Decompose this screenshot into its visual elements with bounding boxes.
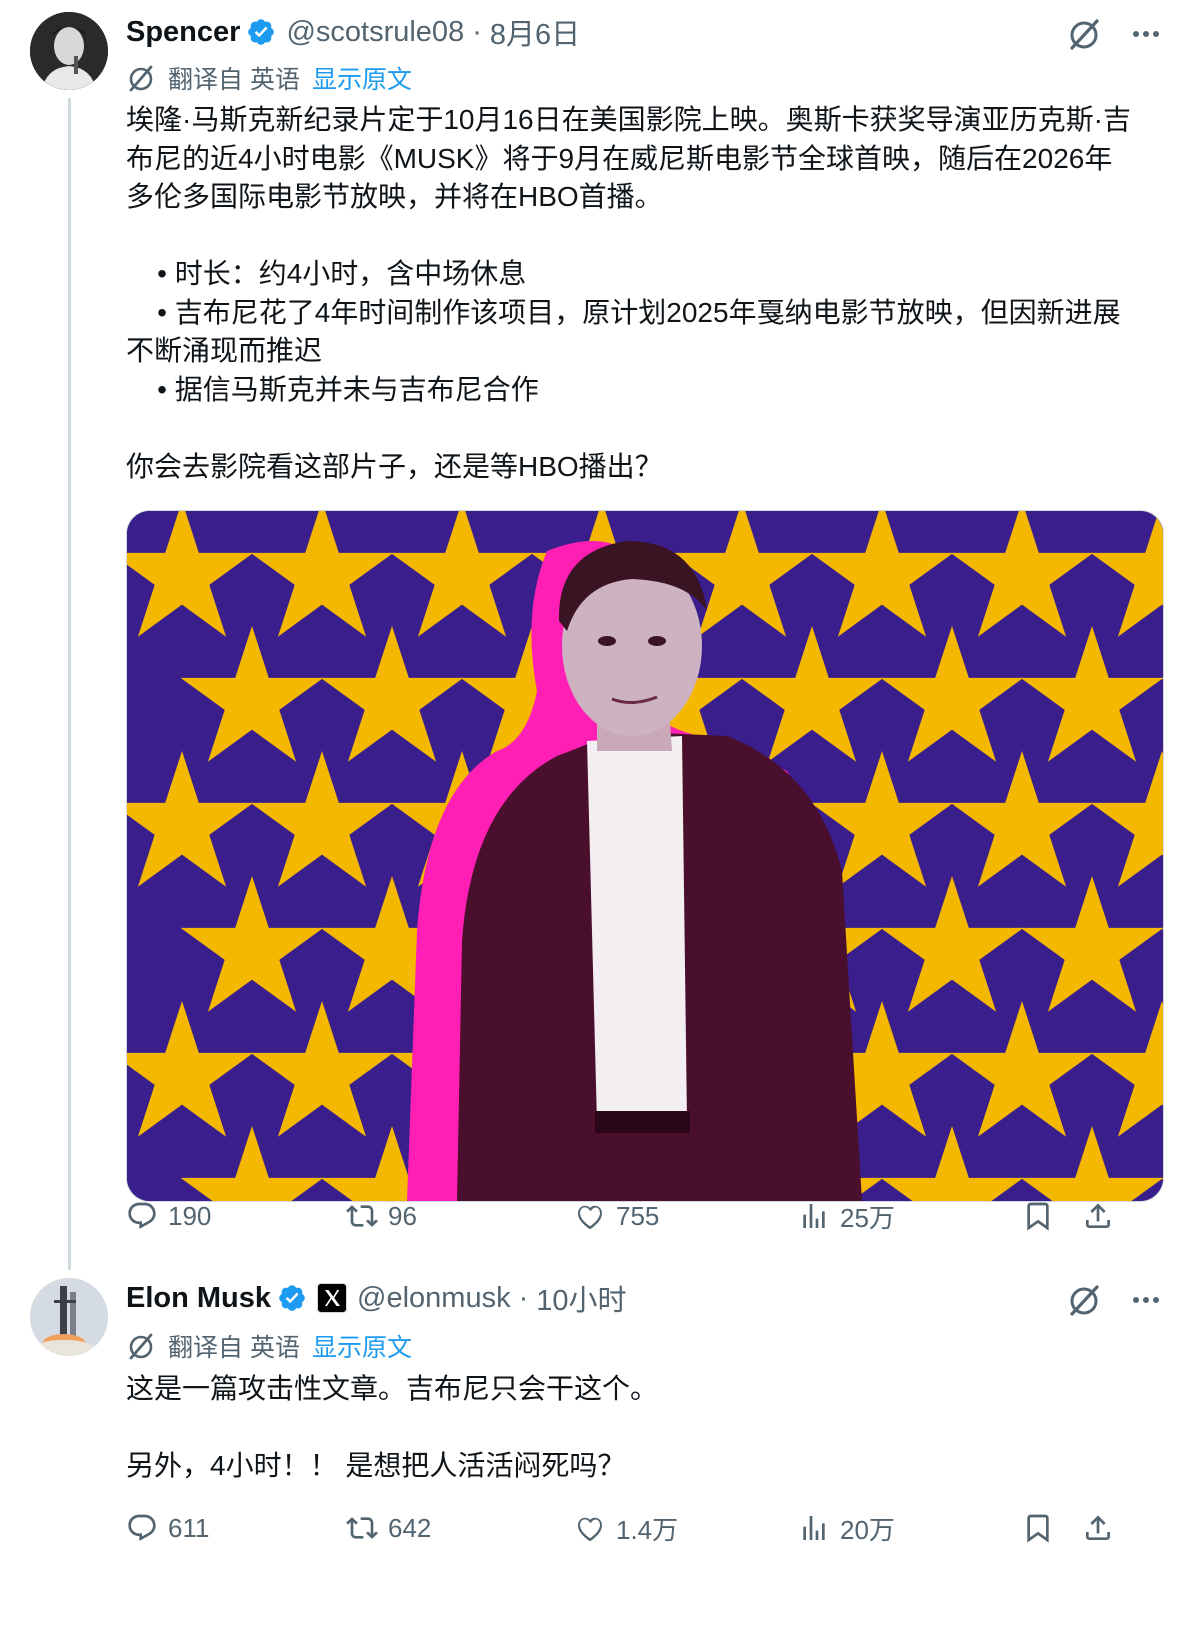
tweet-date[interactable]: 8月6日 [490,11,580,53]
show-original-link[interactable]: 显示原文 [312,60,412,96]
separator-dot: · [472,15,482,48]
like-icon [577,1205,603,1230]
translate-icon [129,65,153,92]
like-count: 1.4万 [616,1514,679,1545]
share-button[interactable] [1082,1508,1114,1548]
author-handle[interactable]: @scotsrule08 [286,16,464,49]
reply-button[interactable]: 190 [126,1196,211,1236]
like-button[interactable]: 755 [574,1196,659,1236]
share-icon [1086,1515,1110,1540]
views-icon [803,1516,825,1540]
translation-bar: 翻译自 英语 显示原文 [126,61,412,95]
reply-icon [128,1514,156,1541]
author-name[interactable]: Spencer [126,16,240,49]
like-icon [577,1517,603,1542]
view-count: 20万 [840,1514,895,1545]
bookmark-button[interactable] [1022,1508,1054,1548]
verified-badge-icon [279,1285,305,1311]
tweet-text: 这是一篇攻击性文章。吉布尼只会干这个。 另外，4小时！！ 是想把人活活闷死吗？ [126,1373,659,1481]
verified-badge-icon [248,19,275,45]
repost-count: 96 [388,1200,417,1231]
musk-star-pattern-image [127,511,1163,1201]
tweet-actions: 611 642 1.4万 20万 [126,1508,1166,1548]
thread-line [68,98,71,1270]
like-button[interactable]: 1.4万 [574,1508,678,1548]
tweet-header: Spencer @scotsrule08 · 8月6日 [126,12,580,52]
translated-from-label: 翻译自 英语 [168,66,300,94]
header-actions [1064,14,1166,54]
x-affiliate-badge-icon[interactable] [317,1283,348,1313]
views-button[interactable]: 25万 [798,1196,895,1236]
repost-icon [346,1205,378,1227]
view-count: 25万 [840,1202,895,1233]
separator-dot: · [518,1281,529,1314]
reply-count: 611 [168,1512,210,1543]
show-original-link[interactable]: 显示原文 [312,1328,412,1364]
header-actions [1064,1280,1166,1320]
repost-icon [346,1517,378,1539]
more-icon[interactable] [1126,14,1166,54]
reply-count: 190 [168,1200,212,1231]
translate-icon [129,1333,153,1360]
tweet-image[interactable] [126,510,1164,1202]
avatar[interactable] [30,1278,108,1356]
translation-bar: 翻译自 英语 显示原文 [126,1329,412,1363]
share-button[interactable] [1082,1196,1114,1236]
author-handle[interactable]: @elonmusk [357,1282,511,1315]
more-icon[interactable] [1126,1280,1166,1320]
tweet-elon-musk[interactable]: Elon Musk @elonmusk · 10小时 翻译自 英语 显示原文 这… [0,1270,1186,1634]
views-button[interactable]: 20万 [798,1508,895,1548]
share-icon [1086,1203,1110,1228]
tweet-header: Elon Musk @elonmusk · 10小时 [126,1278,627,1318]
tweet-actions: 190 96 755 25万 [126,1196,1166,1236]
translated-from-label: 翻译自 英语 [168,1334,300,1362]
like-count: 755 [616,1200,660,1231]
tweet-date[interactable]: 10小时 [536,1277,626,1319]
author-name[interactable]: Elon Musk [126,1282,271,1315]
bookmark-icon [1027,1514,1049,1543]
repost-button[interactable]: 642 [346,1508,431,1548]
reply-button[interactable]: 611 [126,1508,209,1548]
bookmark-icon [1027,1202,1049,1231]
views-icon [803,1204,825,1228]
repost-button[interactable]: 96 [346,1196,417,1236]
tweet-spencer[interactable]: Spencer @scotsrule08 · 8月6日 翻译自 英语 显示原文 … [0,0,1186,1270]
reply-icon [128,1202,156,1229]
repost-count: 642 [388,1512,432,1543]
grok-icon[interactable] [1064,1280,1104,1320]
bookmark-button[interactable] [1022,1196,1054,1236]
grok-icon[interactable] [1064,14,1104,54]
tweet-text: 埃隆·马斯克新纪录片定于10月16日在美国影院上映。奥斯卡获奖导演亚历克斯·吉布… [126,104,1131,482]
avatar[interactable] [30,12,108,90]
